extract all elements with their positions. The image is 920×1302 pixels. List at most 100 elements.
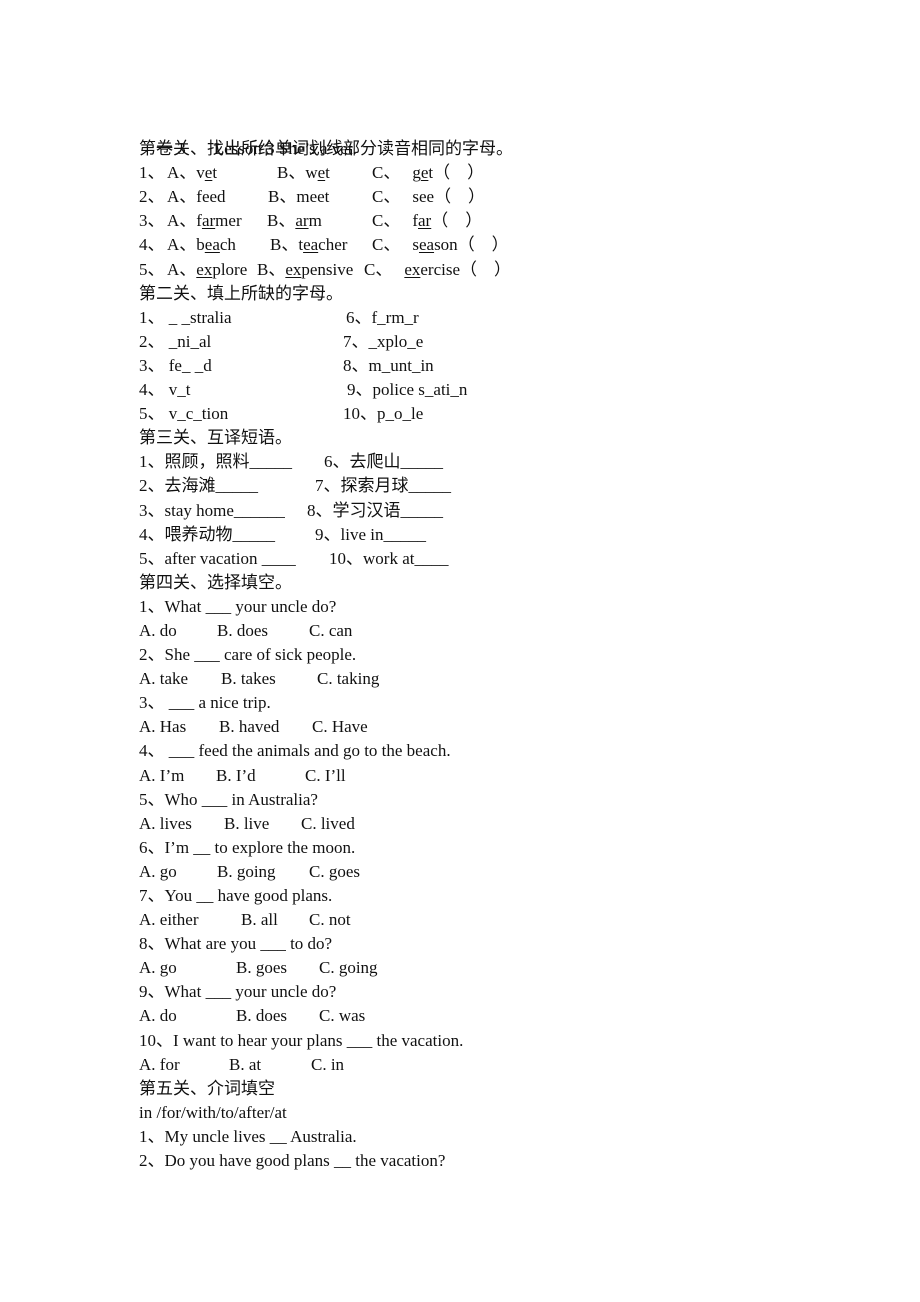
item-right: 9、police s_ati_n: [347, 380, 468, 400]
section4-title: 第四关、选择填空。: [139, 572, 292, 592]
answer-option[interactable]: A. I’m: [139, 764, 184, 788]
option-c: C、 exercise（ ）: [364, 258, 511, 282]
option-label: B、: [270, 235, 299, 255]
section2-row: 5、 v_c_tion 10、p_o_le: [139, 402, 839, 426]
option-a: A、explore: [167, 258, 247, 282]
question: 10、I want to hear your plans ___ the vac…: [139, 1030, 464, 1050]
section2-row: 4、 v_t 9、police s_ati_n: [139, 378, 839, 402]
answer-option[interactable]: A. go: [139, 956, 177, 980]
section3-row: 4、喂养动物_____ 9、live in_____: [139, 523, 839, 547]
item-left: 4、喂养动物_____: [139, 524, 275, 544]
answer-option[interactable]: B. goes: [236, 956, 287, 980]
question: 8、What are you ___ to do?: [139, 934, 333, 954]
answer-blank[interactable]: （ ）: [434, 187, 485, 206]
option-b: B、teacher: [270, 233, 347, 257]
answer-option[interactable]: B. at: [229, 1053, 261, 1077]
item-right: 10、work at____: [329, 548, 449, 568]
answer-blank[interactable]: （ ）: [431, 211, 482, 230]
answer-option[interactable]: C. Have: [312, 715, 368, 739]
preposition-item: 2、Do you have good plans __ the vacation…: [139, 1151, 446, 1171]
answer-option[interactable]: B. does: [217, 619, 268, 643]
word-part: s: [412, 235, 419, 255]
item-right: 7、_xplo_e: [343, 331, 424, 351]
word-part: son: [434, 235, 458, 255]
answer-option[interactable]: A. either: [139, 908, 198, 932]
option-b: B、arm: [267, 209, 322, 233]
answer-option[interactable]: A. for: [139, 1053, 180, 1077]
answer-option[interactable]: B. does: [236, 1004, 287, 1028]
item-left: 3、stay home______: [139, 500, 285, 520]
answer-option[interactable]: A. go: [139, 860, 177, 884]
item-left: 2、去海滩_____: [139, 476, 258, 496]
item-right: 7、探索月球_____: [315, 476, 451, 496]
section5-title: 第五关、介词填空: [139, 1078, 275, 1098]
option-a: A、farmer: [167, 209, 242, 233]
option-b: B、expensive: [257, 258, 353, 282]
word-part: v: [196, 163, 205, 183]
option-a: A、vet: [167, 161, 217, 185]
phonics-item: 1、 A、vet B、wet C、 get（ ）: [139, 161, 839, 185]
option-label: A、: [167, 163, 197, 183]
answer-option[interactable]: B. haved: [219, 715, 279, 739]
options-row: A. do B. does C. can: [139, 619, 839, 643]
question: 7、You __ have good plans.: [139, 886, 333, 905]
answer-option[interactable]: C. can: [309, 619, 352, 643]
underlined-letters: ar: [418, 211, 432, 231]
item-left: 1、 _ _stralia: [139, 307, 232, 327]
answer-option[interactable]: C. not: [309, 908, 351, 932]
answer-blank[interactable]: （ ）: [460, 260, 511, 279]
options-row: A. take B. takes C. taking: [139, 667, 839, 691]
word-part: g: [412, 163, 421, 183]
answer-option[interactable]: C. taking: [317, 667, 379, 691]
answer-option[interactable]: A. do: [139, 619, 177, 643]
section3-title: 第三关、互译短语。: [139, 428, 292, 448]
word-part: mer: [215, 211, 242, 231]
answer-option[interactable]: C. goes: [309, 860, 360, 884]
question: 4、 ___ feed the animals and go to the be…: [139, 741, 451, 761]
item-number: 2、: [139, 187, 165, 207]
answer-option[interactable]: A. take: [139, 667, 188, 691]
option-label: C、: [372, 235, 401, 255]
answer-option[interactable]: B. live: [224, 812, 269, 836]
answer-option[interactable]: C. I’ll: [305, 764, 346, 788]
item-right: 9、live in_____: [315, 524, 426, 544]
answer-option[interactable]: A. lives: [139, 812, 192, 836]
options-row: A. either B. all C. not: [139, 908, 839, 932]
answer-blank[interactable]: （ ）: [433, 163, 484, 182]
options-row: A. for B. at C. in: [139, 1053, 839, 1077]
word-part: ch: [219, 235, 236, 255]
section1-title: 第一关、找出所给单词划线部分读音相同的字母。: [139, 139, 513, 159]
word-part: w: [305, 163, 318, 183]
underlined-letters: ea: [418, 235, 435, 255]
answer-option[interactable]: A. do: [139, 1004, 177, 1028]
options-row: A. lives B. live C. lived: [139, 812, 839, 836]
question: 3、 ___ a nice trip.: [139, 693, 271, 713]
options-row: A. Has B. haved C. Have: [139, 715, 839, 739]
answer-option[interactable]: B. takes: [221, 667, 276, 691]
answer-option[interactable]: C. was: [319, 1004, 365, 1028]
answer-option[interactable]: C. lived: [301, 812, 355, 836]
option-b: B、meet: [268, 185, 329, 209]
answer-option[interactable]: B. I’d: [216, 764, 256, 788]
option-c: C、 far（ ）: [372, 209, 482, 233]
underlined-letters: ar: [201, 211, 216, 231]
answer-option[interactable]: B. all: [241, 908, 278, 932]
answer-blank[interactable]: （ ）: [458, 235, 509, 254]
item-right: 8、m_unt_in: [343, 355, 434, 375]
preposition-item: 1、My uncle lives __ Australia.: [139, 1126, 357, 1146]
answer-option[interactable]: A. Has: [139, 715, 186, 739]
option-label: C、: [372, 211, 401, 231]
item-number: 3、: [139, 211, 165, 231]
worksheet-header: 卷 3 Lesson 3 She’s a vet.: [139, 113, 839, 158]
answer-option[interactable]: C. in: [311, 1053, 344, 1077]
item-left: 1、照顾，照料_____: [139, 452, 292, 472]
option-label: C、: [364, 259, 393, 279]
option-label: B、: [267, 211, 296, 231]
section2-row: 2、 _ni_al 7、_xplo_e: [139, 330, 839, 354]
word-part: plore: [212, 259, 248, 279]
underlined-letters: ex: [404, 259, 421, 279]
answer-option[interactable]: B. going: [217, 860, 276, 884]
option-b: B、wet: [277, 161, 330, 185]
phonics-item: 4、 A、beach B、teacher C、 season（ ）: [139, 233, 839, 257]
answer-option[interactable]: C. going: [319, 956, 378, 980]
